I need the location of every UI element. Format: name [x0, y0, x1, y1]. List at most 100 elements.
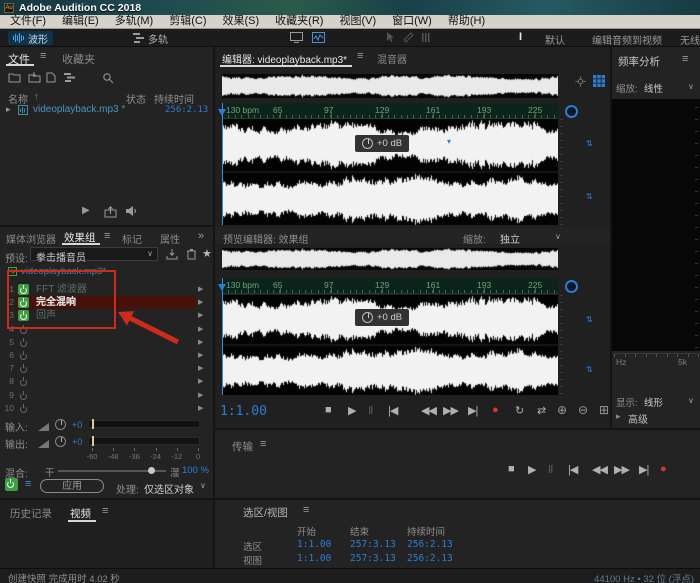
metering-icon[interactable] — [312, 32, 325, 43]
effect-power-icon[interactable] — [18, 403, 29, 414]
preview-playhead[interactable] — [222, 278, 223, 395]
advanced-label[interactable]: 高级 — [628, 411, 648, 426]
playhead-marker[interactable] — [218, 109, 226, 116]
multitrack-view-button[interactable]: 多轨 — [128, 31, 173, 45]
effect-options-arrow-icon[interactable]: ▶ — [198, 362, 203, 375]
tab-history[interactable]: 历史记录 — [10, 506, 52, 521]
preview-play-icon[interactable] — [82, 205, 90, 216]
play-button[interactable]: ▶ — [528, 463, 535, 476]
effect-slot-6[interactable]: 6▶ — [0, 349, 213, 362]
loop-playback-icon[interactable] — [104, 206, 117, 218]
hud-knob-icon[interactable] — [362, 138, 373, 149]
preview-vertical-zoom-knob[interactable] — [565, 280, 578, 293]
zoom-navigator[interactable] — [222, 74, 558, 98]
open-file-icon[interactable] — [8, 72, 21, 83]
duration-value[interactable]: 256:2.13 — [407, 539, 453, 550]
process-chevron-icon[interactable] — [200, 481, 206, 490]
stop-button[interactable]: ■ — [508, 463, 514, 475]
move-tool-icon[interactable] — [385, 32, 395, 43]
menu-item-4[interactable]: 剪辑(C) — [161, 15, 214, 28]
slip-tool-icon[interactable] — [421, 32, 431, 43]
skip-end-button[interactable]: ▶| — [468, 404, 477, 417]
effect-power-icon[interactable] — [18, 350, 29, 361]
volume-hud[interactable]: +0 dB — [355, 135, 409, 152]
favorite-star-icon[interactable] — [202, 247, 212, 260]
effect-slot-10[interactable]: 10▶ — [0, 402, 213, 415]
import-file-icon[interactable] — [28, 72, 41, 83]
tab-editor[interactable]: 编辑器: videoplayback.mp3* — [222, 51, 347, 66]
input-gain-knob[interactable] — [55, 419, 66, 430]
start-value[interactable]: 1:1.00 — [297, 539, 331, 550]
tab-favorites[interactable]: 收藏夹 — [62, 51, 95, 67]
channel-scale-icon[interactable] — [586, 139, 593, 148]
zoom-out-button[interactable]: ⊖ — [578, 403, 587, 417]
effect-options-arrow-icon[interactable]: ▶ — [198, 375, 203, 388]
effect-options-arrow-icon[interactable]: ▶ — [198, 349, 203, 362]
video-panel-menu-icon[interactable] — [102, 505, 108, 517]
settings-gear-icon[interactable] — [575, 76, 586, 87]
effect-options-arrow-icon[interactable]: ▶ — [198, 283, 203, 296]
timeline-ruler[interactable]: 130 bpm6597129161193225 — [222, 103, 558, 119]
fast-forward-button[interactable]: ▶▶ — [443, 404, 458, 417]
effect-power-icon[interactable] — [18, 337, 29, 348]
effect-power-icon[interactable] — [18, 310, 29, 321]
output-gain-knob[interactable] — [55, 436, 66, 447]
monitor-icon[interactable] — [290, 32, 303, 43]
apply-button[interactable]: 应用 — [40, 479, 104, 493]
tab-media-browser[interactable]: 媒体浏览器 — [6, 231, 56, 246]
effect-power-icon[interactable] — [18, 324, 29, 335]
effect-slot-9[interactable]: 9▶ — [0, 389, 213, 402]
workspace-button-3[interactable]: 无线电 — [680, 32, 700, 47]
expand-icon[interactable] — [6, 104, 11, 115]
play-button[interactable]: ▶ — [348, 404, 355, 417]
effect-slot-4[interactable]: 4▶ — [0, 323, 213, 336]
output-gain-value[interactable]: +0 — [72, 437, 82, 447]
end-value[interactable]: 257:3.13 — [350, 553, 396, 564]
menu-item-8[interactable]: 窗口(W) — [384, 15, 440, 28]
skip-start-button[interactable]: |◀ — [568, 463, 577, 476]
insert-multitrack-icon[interactable] — [64, 72, 76, 83]
tab-video[interactable]: 视频 — [70, 506, 91, 521]
effect-options-arrow-icon[interactable]: ▶ — [198, 336, 203, 349]
zoom-selection-button[interactable]: ⊞ — [599, 403, 608, 417]
save-preset-icon[interactable] — [166, 248, 178, 260]
zoom-mode-chevron-icon[interactable] — [555, 232, 561, 241]
stop-button[interactable]: ■ — [325, 404, 331, 416]
record-button[interactable]: ● — [660, 463, 666, 475]
pause-button[interactable]: Ⅱ — [548, 463, 552, 476]
freq-panel-menu-icon[interactable] — [682, 53, 688, 65]
new-file-icon[interactable] — [46, 72, 56, 83]
editor-panel-menu-icon[interactable] — [357, 50, 363, 62]
effect-slot-2[interactable]: 2完全混响▶ — [0, 296, 213, 309]
toggle-effects-icon[interactable] — [25, 478, 31, 490]
menu-item-6[interactable]: 收藏夹(R) — [267, 15, 331, 28]
time-display[interactable]: 1:1.00 — [220, 404, 267, 419]
effect-options-arrow-icon[interactable]: ▶ — [198, 402, 203, 415]
effect-slot-7[interactable]: 7▶ — [0, 362, 213, 375]
swap-button[interactable]: ⇄ — [537, 404, 545, 417]
effect-options-arrow-icon[interactable]: ▶ — [198, 309, 203, 322]
effect-power-icon[interactable] — [18, 390, 29, 401]
menu-item-5[interactable]: 效果(S) — [215, 15, 268, 28]
tab-mixer[interactable]: 混音器 — [377, 51, 407, 66]
tab-markers[interactable]: 标记 — [122, 231, 142, 246]
start-value[interactable]: 1:1.00 — [297, 553, 331, 564]
effect-power-icon[interactable] — [18, 376, 29, 387]
process-value[interactable]: 仅选区对象 — [144, 481, 194, 496]
rewind-button[interactable]: ◀◀ — [421, 404, 436, 417]
tab-properties[interactable]: 属性 — [160, 231, 180, 246]
effect-power-icon[interactable] — [18, 363, 29, 374]
effect-options-arrow-icon[interactable]: ▶ — [198, 389, 203, 402]
effect-slot-3[interactable]: 3回声▶ — [0, 309, 213, 322]
preview-zoom-navigator[interactable] — [222, 248, 558, 270]
pause-button[interactable]: Ⅱ — [368, 404, 372, 417]
effect-slot-5[interactable]: 5▶ — [0, 336, 213, 349]
menu-item-9[interactable]: 帮助(H) — [440, 15, 493, 28]
mix-value[interactable]: 100 % — [182, 465, 209, 476]
preview-volume-hud[interactable]: +0 dB — [355, 309, 409, 326]
freq-scale-value[interactable]: 线性 — [644, 81, 663, 95]
input-gain-value[interactable]: +0 — [72, 420, 82, 430]
preview-timeline-ruler[interactable]: 130 bpm6597129161193225 — [222, 278, 558, 294]
auto-play-speaker-icon[interactable] — [125, 205, 137, 217]
freq-scale-chevron-icon[interactable] — [688, 82, 694, 91]
